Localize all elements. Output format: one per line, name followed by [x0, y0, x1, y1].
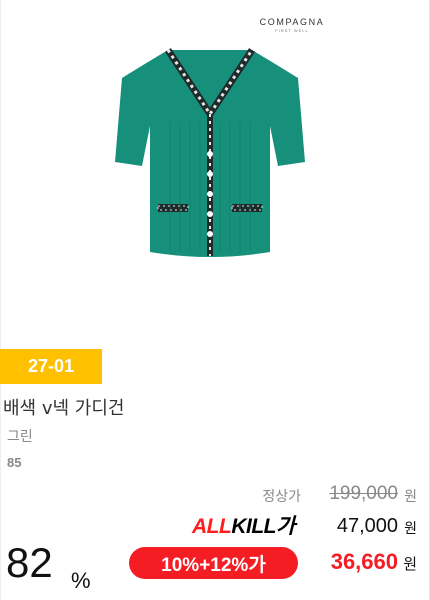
allkill-logo-kill: KILL: [231, 515, 276, 538]
product-code-badge: 27-01: [0, 349, 102, 384]
discount-rate-symbol: %: [71, 568, 91, 593]
brand-logo: COMPAGNA: [259, 17, 325, 27]
product-color: 그린: [7, 429, 33, 445]
regular-price: 199,000: [329, 483, 398, 504]
allkill-logo-ga: 가: [275, 515, 295, 538]
product-image[interactable]: [110, 42, 310, 282]
final-price-currency: 원: [403, 555, 417, 573]
brand-tagline: FIRST WELL: [275, 28, 309, 33]
product-size: 85: [7, 455, 22, 470]
discount-rate: 82: [6, 539, 53, 586]
allkill-price: 47,000: [336, 515, 398, 537]
card-border-left: [0, 0, 1, 600]
final-price: 36,660: [330, 549, 398, 574]
allkill-logo-all: ALL: [192, 515, 232, 538]
regular-price-label: 정상가: [262, 489, 301, 505]
product-card[interactable]: COMPAGNA FIRST WELL 27-01 배색 v넥 가디건 그린 8…: [0, 0, 430, 600]
regular-price-currency: 원: [404, 489, 417, 505]
allkill-price-currency: 원: [404, 521, 417, 537]
allkill-logo: ALLKILL가: [192, 510, 295, 540]
coupon-badge[interactable]: 10%+12%가: [129, 547, 298, 579]
product-title[interactable]: 배색 v넥 가디건: [3, 394, 124, 420]
